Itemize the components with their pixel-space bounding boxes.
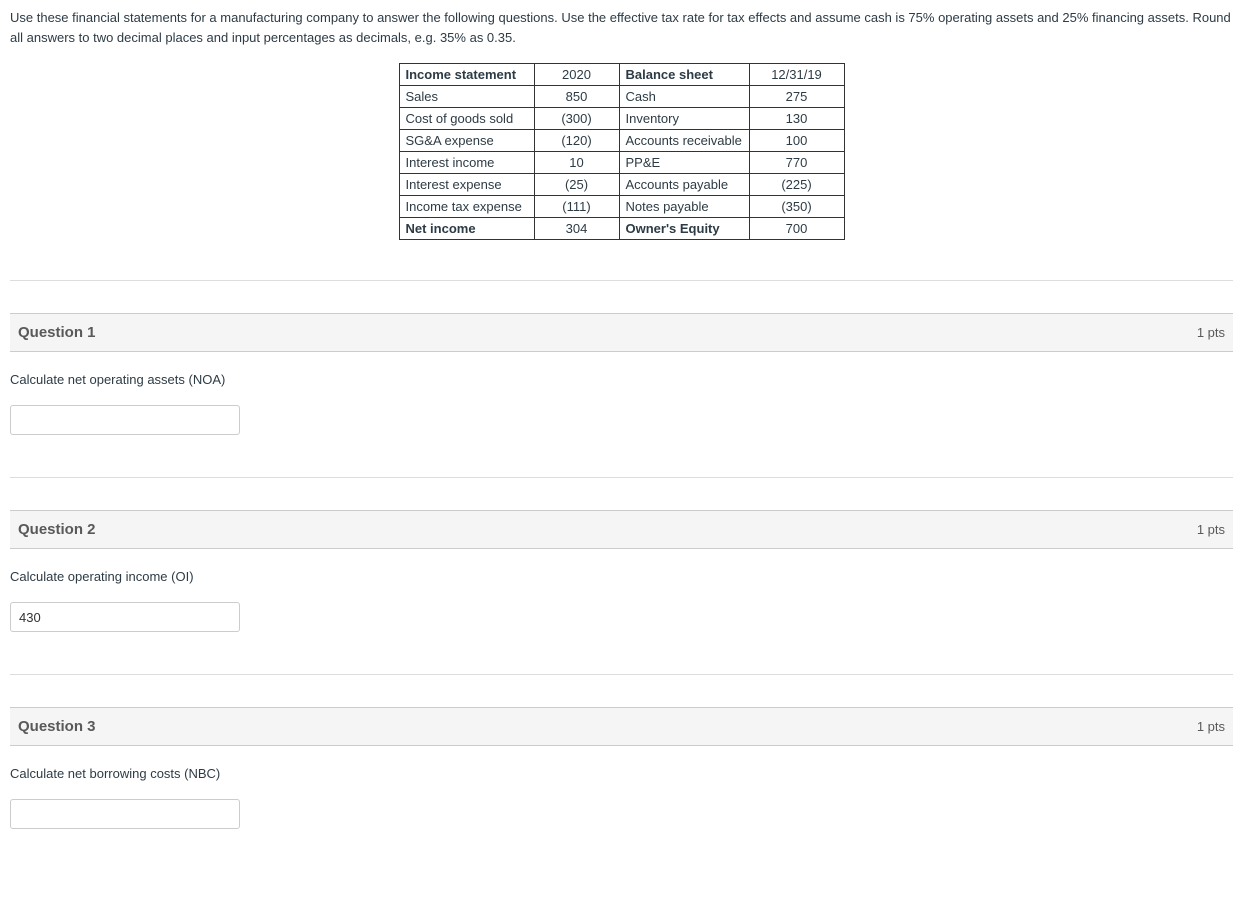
question-prompt: Calculate operating income (OI) [10, 569, 1233, 584]
question-prompt: Calculate net borrowing costs (NBC) [10, 766, 1233, 781]
question-body: Calculate operating income (OI) [10, 569, 1233, 656]
table-cell-bs-value: (350) [749, 196, 844, 218]
table-cell-bs-label: Notes payable [619, 196, 749, 218]
table-cell-is-label: Interest expense [399, 174, 534, 196]
question-points: 1 pts [1197, 325, 1225, 340]
question-points: 1 pts [1197, 522, 1225, 537]
question-title: Question 3 [18, 718, 96, 735]
answer-input[interactable] [10, 405, 240, 435]
table-cell-is-label: Interest income [399, 152, 534, 174]
intro-text: Use these financial statements for a man… [10, 8, 1233, 47]
question-prompt: Calculate net operating assets (NOA) [10, 372, 1233, 387]
table-cell-is-value: 10 [534, 152, 619, 174]
table-cell-bs-value: 770 [749, 152, 844, 174]
balance-sheet-header: Balance sheet [619, 64, 749, 86]
table-cell-bs-label: Owner's Equity [619, 218, 749, 240]
question-header: Question 2 1 pts [10, 510, 1233, 549]
financial-statements-table: Income statement2020Balance sheet12/31/1… [399, 63, 845, 240]
balance-sheet-date: 12/31/19 [749, 64, 844, 86]
income-statement-year: 2020 [534, 64, 619, 86]
table-cell-is-label: Net income [399, 218, 534, 240]
question-header: Question 3 1 pts [10, 707, 1233, 746]
answer-input[interactable] [10, 799, 240, 829]
table-cell-is-value: (111) [534, 196, 619, 218]
table-cell-is-label: Sales [399, 86, 534, 108]
question-header: Question 1 1 pts [10, 313, 1233, 352]
table-cell-is-value: 304 [534, 218, 619, 240]
income-statement-header: Income statement [399, 64, 534, 86]
table-cell-bs-value: 130 [749, 108, 844, 130]
question-points: 1 pts [1197, 719, 1225, 734]
table-cell-bs-label: Accounts payable [619, 174, 749, 196]
table-cell-is-value: 850 [534, 86, 619, 108]
table-cell-bs-value: 275 [749, 86, 844, 108]
table-cell-is-label: SG&A expense [399, 130, 534, 152]
table-cell-is-value: (120) [534, 130, 619, 152]
table-cell-bs-value: 100 [749, 130, 844, 152]
table-cell-is-value: (300) [534, 108, 619, 130]
intro-paragraph: Use these financial statements for a man… [10, 8, 1233, 47]
table-cell-is-value: (25) [534, 174, 619, 196]
question-block: Question 3 1 pts Calculate net borrowing c… [10, 707, 1233, 853]
table-cell-bs-label: Accounts receivable [619, 130, 749, 152]
table-cell-bs-label: Cash [619, 86, 749, 108]
question-block: Question 2 1 pts Calculate operating incom… [10, 510, 1233, 656]
question-separator [10, 477, 1233, 478]
table-cell-bs-label: PP&E [619, 152, 749, 174]
table-cell-is-label: Income tax expense [399, 196, 534, 218]
question-title: Question 2 [18, 521, 96, 538]
table-cell-bs-label: Inventory [619, 108, 749, 130]
table-cell-bs-value: (225) [749, 174, 844, 196]
question-separator [10, 674, 1233, 675]
financial-table-container: Income statement2020Balance sheet12/31/1… [10, 63, 1233, 240]
question-block: Question 1 1 pts Calculate net operating a… [10, 313, 1233, 459]
question-title: Question 1 [18, 324, 96, 341]
question-body: Calculate net operating assets (NOA) [10, 372, 1233, 459]
question-separator [10, 280, 1233, 281]
question-body: Calculate net borrowing costs (NBC) [10, 766, 1233, 853]
answer-input[interactable] [10, 602, 240, 632]
table-cell-bs-value: 700 [749, 218, 844, 240]
table-cell-is-label: Cost of goods sold [399, 108, 534, 130]
